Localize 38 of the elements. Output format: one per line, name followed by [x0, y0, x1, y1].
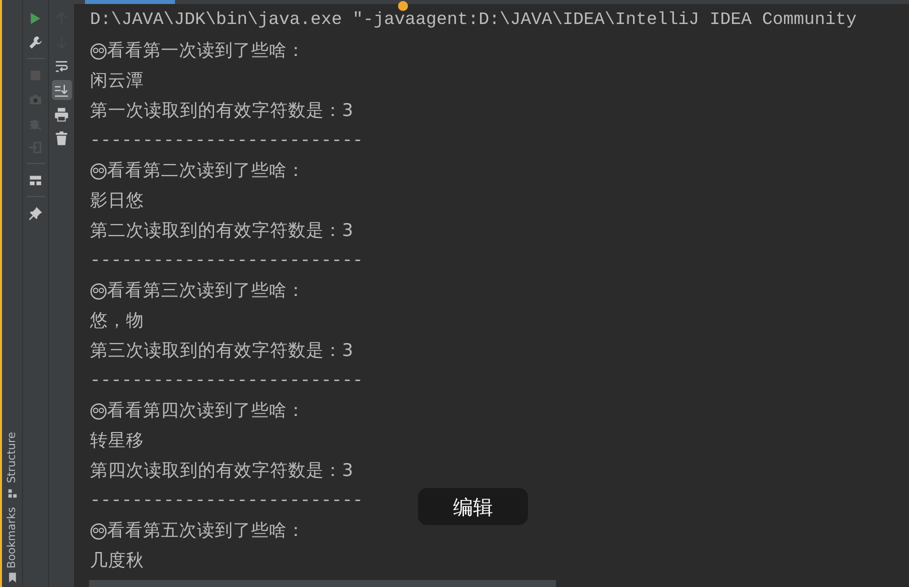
emoji-icon — [90, 402, 107, 420]
tool-window-tab[interactable]: Structure — [4, 432, 20, 484]
console-output-line: 第四次读取到的有效字符数是：3 — [90, 460, 354, 483]
command-line: D:\JAVA\JDK\bin\java.exe "-javaagent:D:\JAVA\IDEA\IntelliJ IDEA Community — [90, 12, 857, 30]
printer-icon — [54, 106, 69, 122]
console-output-line: 看看第一次读到了些啥： — [107, 40, 305, 63]
console-output-line: -------------------------- — [90, 250, 364, 273]
console-output-line: 影日悠 — [90, 190, 144, 213]
emoji-icon — [90, 162, 107, 180]
console-output-line: 几度秋 — [90, 550, 144, 573]
wrench-icon — [28, 34, 43, 50]
pin-icon — [28, 206, 43, 220]
console-output-line: 转星移 — [90, 430, 144, 453]
console-output-line: 闲云潭 — [90, 70, 144, 93]
emoji-icon — [90, 42, 107, 60]
console-output-line: -------------------------- — [90, 130, 364, 153]
console-output-line: 第三次读取到的有效字符数是：3 — [90, 340, 354, 363]
play-icon — [28, 10, 43, 26]
toolbar-button[interactable] — [52, 80, 72, 100]
console-output-line: 看看第五次读到了些啥： — [107, 520, 305, 543]
console-output-line: 第一次读取到的有效字符数是：3 — [90, 100, 354, 123]
console-output-line: -------------------------- — [90, 490, 364, 513]
bookmark-icon — [6, 572, 18, 583]
soft-wrap-icon — [54, 58, 69, 74]
console-output-line: 看看第三次读到了些啥： — [107, 280, 305, 303]
console-output-line: 看看第二次读到了些啥： — [107, 160, 305, 183]
structure-icon — [6, 488, 18, 499]
console-output-line: 第二次读取到的有效字符数是：3 — [90, 220, 354, 243]
scroll-to-end-icon — [54, 82, 69, 98]
edit-button[interactable]: 编辑 — [418, 488, 528, 525]
tool-window-tab[interactable]: Bookmarks — [4, 506, 20, 568]
breakpoint-dot — [398, 1, 408, 11]
emoji-icon — [90, 522, 107, 540]
console-output-line: 悠，物 — [90, 310, 144, 333]
console-output-line: -------------------------- — [90, 370, 364, 393]
console-output-line: 看看第四次读到了些啥： — [107, 400, 305, 423]
emoji-icon — [90, 282, 107, 300]
trash-icon — [54, 130, 69, 146]
